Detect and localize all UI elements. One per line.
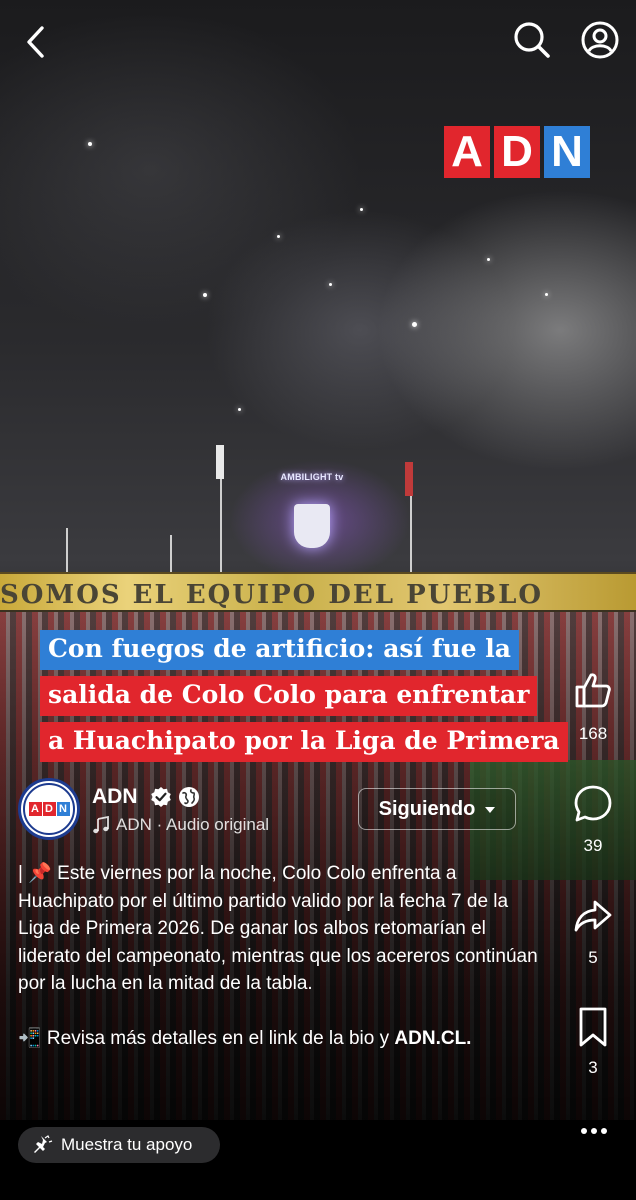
account-avatar[interactable]: A D N [18,778,80,840]
like-button[interactable] [560,670,626,714]
caption-link[interactable]: ADN.CL. [394,1028,471,1049]
globe-icon [179,787,199,807]
headline-line: Con fuegos de artificio: así fue la [40,630,519,670]
account-name[interactable]: ADN [92,785,138,809]
comment-button[interactable] [560,784,626,828]
back-button[interactable] [14,20,58,64]
thumbs-up-icon [575,673,611,708]
like-count: 168 [578,724,608,743]
caption-paragraph: 📲 Revisa más detalles en el link de la b… [18,1025,548,1053]
firework-spark [277,235,280,238]
stadium-screen-text: AMBILIGHT tv [280,472,344,482]
more-dot [601,1128,607,1134]
support-button[interactable]: Muestra tu apoyo [18,1127,220,1163]
save-button[interactable] [560,1006,626,1050]
more-dot [591,1128,597,1134]
video-headline: Con fuegos de artificio: así fue la sali… [40,630,580,768]
post-caption[interactable]: | 📌 Este viernes por la noche, Colo Colo… [18,860,548,1080]
avatar-letter: A [28,802,42,816]
profile-icon [581,21,619,59]
comment-icon [574,785,612,822]
firework-spark [412,322,417,327]
firework-spark [88,142,92,146]
audio-info[interactable]: ADN · Audio original [92,815,269,835]
bookmark-icon [579,1007,607,1047]
share-count: 5 [588,948,598,967]
more-dot [581,1128,587,1134]
adn-avatar-logo: A D N [28,802,70,816]
adn-logo: A D N [444,126,592,178]
firework-spark [203,293,207,297]
avatar-letter: D [42,802,56,816]
club-crest [294,504,330,548]
firework-spark [329,283,332,286]
avatar-ring: A D N [23,783,75,835]
save-count: 3 [588,1058,598,1077]
music-note-icon [93,816,109,834]
firework-spark [487,258,490,261]
caption-paragraph: | 📌 Este viernes por la noche, Colo Colo… [18,863,538,995]
logo-letter-a: A [444,126,490,178]
following-label: Siguiendo [378,797,476,820]
more-options-button[interactable] [572,1120,616,1142]
headline-line: salida de Colo Colo para enfrentar [40,676,538,716]
logo-letter-n: N [544,126,590,178]
following-button[interactable]: Siguiendo [358,788,516,830]
support-pin-icon [34,1135,53,1153]
audio-label: ADN · Audio original [116,815,270,834]
share-icon [574,900,612,932]
chevron-down-icon [485,807,496,813]
stadium-banner: SOMOS EL EQUIPO DEL PUEBLO [0,572,636,612]
flagpole [66,528,68,578]
top-bar [0,0,636,80]
firework-spark [360,208,363,211]
firework-spark [238,408,241,411]
share-button[interactable] [560,896,626,940]
stadium-screen: AMBILIGHT tv [276,466,348,552]
flag [405,462,413,496]
logo-letter-d: D [494,126,540,178]
headline-line: a Huachipato por la Liga de Primera [40,722,568,762]
avatar-letter: N [56,802,70,816]
profile-button[interactable] [578,18,622,62]
search-icon [514,22,550,58]
comment-count: 39 [583,836,603,855]
support-label: Muestra tu apoyo [61,1135,193,1154]
stadium-banner-text: SOMOS EL EQUIPO DEL PUEBLO [0,580,544,610]
flag [216,445,224,479]
search-button[interactable] [510,18,554,62]
verified-badge-icon [151,787,171,807]
firework-spark [545,293,548,296]
chevron-left-icon [27,26,44,58]
caption-text: 📲 Revisa más detalles en el link de la b… [18,1027,390,1049]
